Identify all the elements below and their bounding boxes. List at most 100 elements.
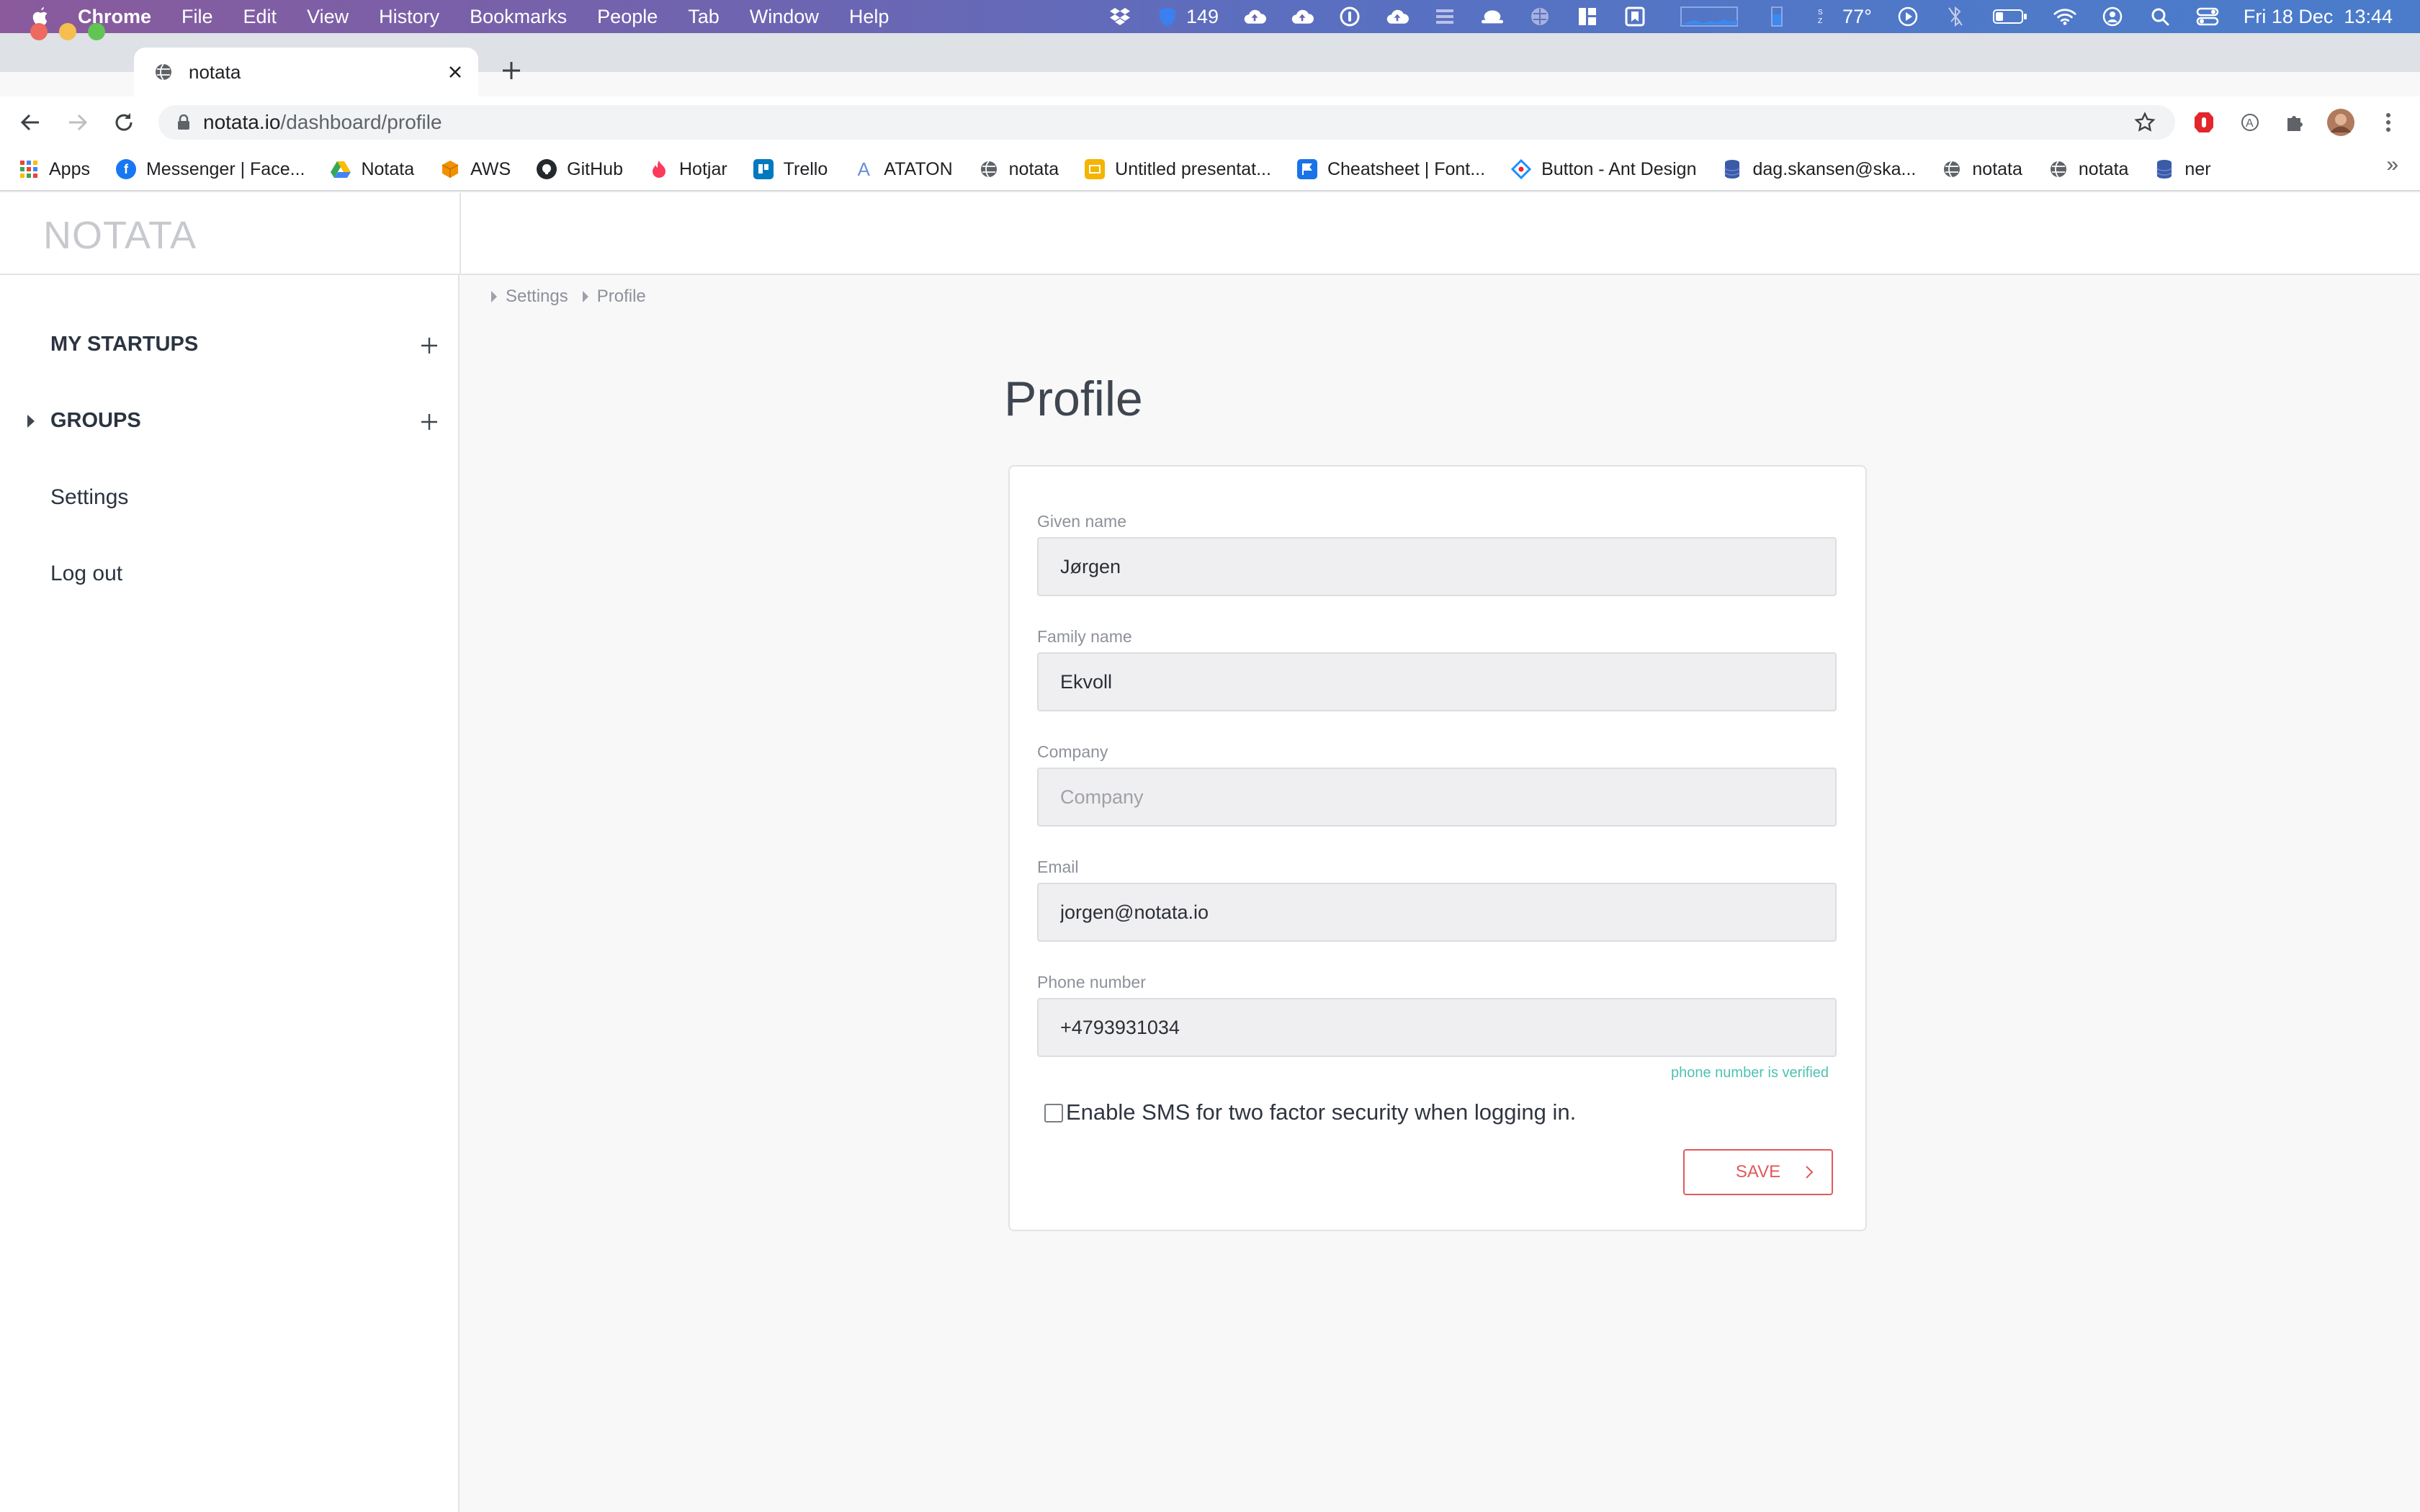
bookmark-label: AWS xyxy=(470,158,511,179)
bookmark-ataton[interactable]: A ATATON xyxy=(853,158,953,180)
company-input[interactable] xyxy=(1037,768,1837,827)
forward-icon[interactable] xyxy=(63,108,92,137)
chrome-menu-icon[interactable] xyxy=(2374,108,2403,137)
window-close-button[interactable] xyxy=(30,23,48,40)
sidebar-item-logout[interactable]: Log out xyxy=(50,562,122,586)
bookmark-notata-3[interactable]: notata xyxy=(2048,159,2128,180)
back-icon[interactable] xyxy=(16,108,45,137)
sms-two-factor-label[interactable]: Enable SMS for two factor security when … xyxy=(1066,1099,1576,1125)
hat-icon[interactable] xyxy=(1481,5,1504,28)
window-layout-icon[interactable] xyxy=(1576,5,1599,28)
svg-text:S: S xyxy=(1818,9,1823,17)
save-button[interactable]: SAVE xyxy=(1683,1149,1833,1195)
bookmark-hotjar[interactable]: Hotjar xyxy=(649,159,727,180)
globe-icon xyxy=(154,63,173,81)
bookmark-cheatsheet[interactable]: Cheatsheet | Font... xyxy=(1296,159,1485,180)
company-label: Company xyxy=(1037,742,1108,761)
chevron-right-icon xyxy=(1801,1164,1817,1180)
github-icon xyxy=(537,159,557,179)
menu-bookmarks[interactable]: Bookmarks xyxy=(470,6,567,28)
url-path: /dashboard/profile xyxy=(280,111,442,133)
password-manager-icon[interactable] xyxy=(1338,5,1361,28)
bookmark-github[interactable]: GitHub xyxy=(537,159,623,180)
sms-two-factor-checkbox[interactable] xyxy=(1044,1104,1063,1122)
bookmark-aws[interactable]: AWS xyxy=(440,159,511,180)
bookmark-trello[interactable]: Trello xyxy=(753,159,828,180)
bookmark-notata-2[interactable]: notata xyxy=(1942,159,2022,180)
bluetooth-off-icon[interactable] xyxy=(1944,5,1967,28)
add-group-icon[interactable] xyxy=(416,409,442,435)
adblock-extension-icon[interactable] xyxy=(2190,108,2218,137)
sidebar-item-settings[interactable]: Settings xyxy=(50,485,128,510)
menu-edit[interactable]: Edit xyxy=(243,6,277,28)
bookmark-messenger[interactable]: f Messenger | Face... xyxy=(115,159,305,180)
phone-number-label: Phone number xyxy=(1037,973,1146,991)
play-circle-icon[interactable] xyxy=(1896,5,1919,28)
email-label: Email xyxy=(1037,858,1079,876)
email-input[interactable] xyxy=(1037,883,1837,942)
family-name-input[interactable] xyxy=(1037,652,1837,711)
battery-icon[interactable] xyxy=(1991,5,2029,28)
bookmark-label: notata xyxy=(1972,158,2022,179)
menu-people[interactable]: People xyxy=(597,6,658,28)
bookmark-notata-drive[interactable]: Notata xyxy=(331,159,414,180)
groups-expand-caret-icon[interactable] xyxy=(27,415,35,428)
bookmark-untitled-presentation[interactable]: Untitled presentat... xyxy=(1085,159,1271,180)
database-icon xyxy=(2154,159,2174,179)
given-name-input[interactable] xyxy=(1037,537,1837,596)
menu-window[interactable]: Window xyxy=(750,6,819,28)
window-zoom-button[interactable] xyxy=(88,23,105,40)
menu-app-name[interactable]: Chrome xyxy=(78,6,151,28)
notata-logo[interactable]: NOTATA xyxy=(43,213,197,258)
extensions-puzzle-icon[interactable] xyxy=(2280,108,2309,137)
cloud-upload-icon[interactable] xyxy=(1386,5,1410,28)
user-account-icon[interactable] xyxy=(2101,5,2124,28)
bookmark-notata-1[interactable]: notata xyxy=(979,159,1059,180)
status-count: 149 xyxy=(1186,5,1219,27)
bookmark-apps[interactable]: Apps xyxy=(19,159,90,180)
brain-icon[interactable] xyxy=(1528,5,1551,28)
tab-close-icon[interactable] xyxy=(445,62,465,82)
bookmarks-overflow-button[interactable]: » xyxy=(2386,153,2398,177)
reload-icon[interactable] xyxy=(109,108,138,137)
menu-status-area: 149 S Z 77° Fri 18 Dec 13:44 xyxy=(1108,0,2393,33)
svg-text:A: A xyxy=(2246,117,2254,130)
add-startup-icon[interactable] xyxy=(416,333,442,359)
address-bar[interactable]: notata.io/dashboard/profile xyxy=(158,105,2175,140)
dropbox-icon[interactable] xyxy=(1108,5,1131,28)
ant-design-icon xyxy=(1511,159,1532,179)
breadcrumb-profile[interactable]: Profile xyxy=(597,287,646,307)
accessibility-extension-icon[interactable]: A xyxy=(2236,108,2264,137)
menu-clock[interactable]: Fri 18 Dec 13:44 xyxy=(2244,6,2393,28)
shield-status-icon[interactable] xyxy=(1156,5,1179,28)
menu-history[interactable]: History xyxy=(379,6,439,28)
list-icon[interactable] xyxy=(1433,5,1456,28)
bookmark-ant-design[interactable]: Button - Ant Design xyxy=(1511,159,1696,180)
bookmark-ner[interactable]: ner xyxy=(2154,159,2211,180)
spotlight-search-icon[interactable] xyxy=(2148,5,2172,28)
tab-title: notata xyxy=(189,60,241,83)
menu-file[interactable]: File xyxy=(182,6,213,28)
sidebar-item-groups[interactable]: GROUPS xyxy=(50,409,141,433)
cloud-upload-icon[interactable] xyxy=(1291,5,1314,28)
new-tab-icon[interactable] xyxy=(498,58,524,84)
wifi-icon[interactable] xyxy=(2053,5,2076,28)
bookmark-box-icon[interactable] xyxy=(1623,5,1646,28)
sidebar-item-my-startups[interactable]: MY STARTUPS xyxy=(50,333,198,356)
menu-help[interactable]: Help xyxy=(849,6,889,28)
breadcrumb-settings[interactable]: Settings xyxy=(506,287,568,307)
breadcrumb-chevron-icon xyxy=(491,291,497,302)
bookmark-label: Notata xyxy=(361,158,415,179)
window-minimize-button[interactable] xyxy=(59,23,76,40)
profile-avatar[interactable] xyxy=(2326,108,2355,137)
cloud-upload-icon[interactable] xyxy=(1243,5,1267,28)
bookmark-dag-skansen[interactable]: dag.skansen@ska... xyxy=(1722,159,1916,180)
memory-graph-icon xyxy=(1765,5,1788,28)
menu-tab[interactable]: Tab xyxy=(688,6,720,28)
menu-view[interactable]: View xyxy=(307,6,349,28)
phone-number-input[interactable] xyxy=(1037,998,1837,1057)
bookmark-star-icon[interactable] xyxy=(2130,108,2159,137)
bookmark-label: notata xyxy=(1008,158,1059,179)
browser-tab-active[interactable]: notata xyxy=(134,48,478,96)
control-center-icon[interactable] xyxy=(2196,5,2219,28)
